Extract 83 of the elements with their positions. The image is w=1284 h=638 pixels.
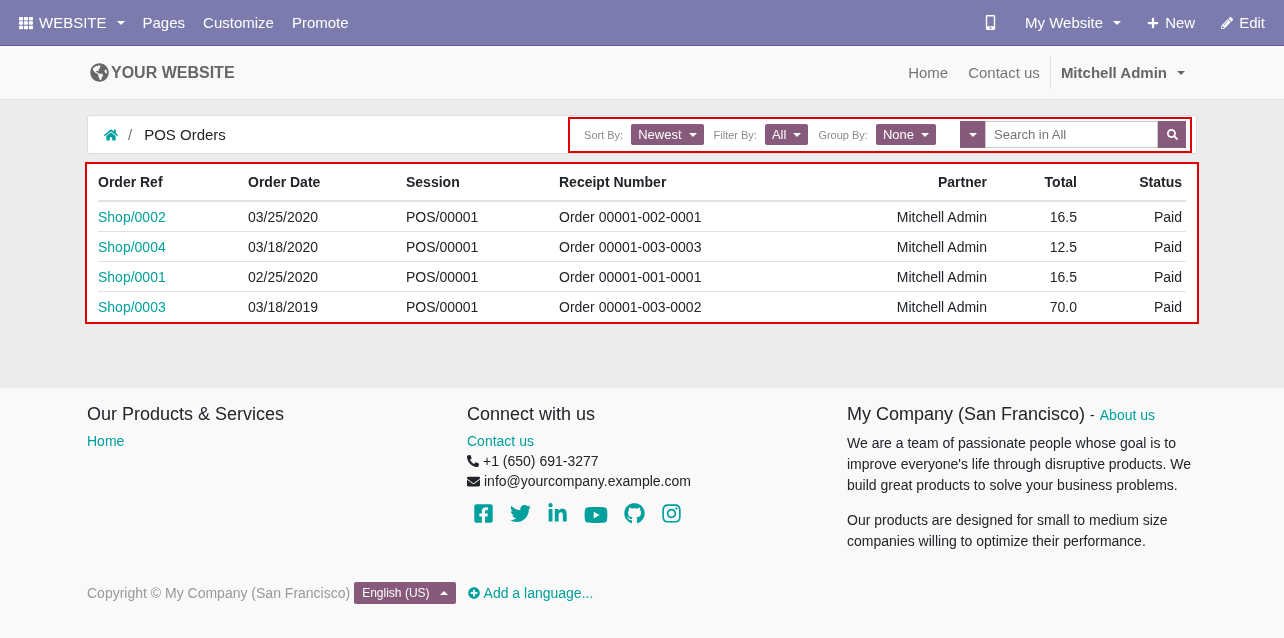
footer-heading: Our Products & Services xyxy=(87,404,286,425)
table-cell-text: 16.5 xyxy=(1048,208,1077,225)
order-link[interactable]: Shop/0001 xyxy=(98,268,248,285)
order-link[interactable]: Shop/0004 xyxy=(98,238,248,255)
table-cell-text: Order 00001-003-0003 xyxy=(559,238,703,255)
search-button[interactable] xyxy=(1158,121,1186,148)
about-link[interactable]: About us xyxy=(1099,407,1156,423)
footer-link[interactable]: Contact us xyxy=(467,433,847,449)
table-cell-text: Paid xyxy=(1152,208,1182,225)
menu-item[interactable]: Customize xyxy=(194,14,283,31)
copyright-text: Copyright © My Company (San Francisco) xyxy=(87,585,351,601)
grid-icon xyxy=(19,15,33,30)
dropdown-button[interactable]: All xyxy=(764,124,809,145)
table-cell-text: POS/00001 xyxy=(406,299,480,315)
table-cell-text: 70.0 xyxy=(1048,299,1077,315)
order-link[interactable]: Shop/0003 xyxy=(98,299,248,315)
table-cell-text: 03/25/2020 xyxy=(248,208,320,225)
column-header: Order Date xyxy=(248,174,322,190)
search-field[interactable]: Search in All xyxy=(985,121,1158,148)
table-cell-text: Paid xyxy=(1152,238,1182,255)
column-header: Receipt Number xyxy=(559,174,668,190)
control-label: Sort By: xyxy=(584,128,624,141)
table-cell-text: 02/25/2020 xyxy=(248,268,320,285)
table-cell-text: 12.5 xyxy=(1048,238,1077,255)
table-cell-text: 16.5 xyxy=(1048,268,1077,285)
column-header: Session xyxy=(406,174,461,190)
pencil-icon xyxy=(1221,16,1234,29)
footer-link[interactable]: Home xyxy=(87,433,467,449)
menu-item[interactable]: Pages xyxy=(133,14,195,31)
control-label: Group By: xyxy=(818,128,868,141)
table-cell-text: Mitchell Admin xyxy=(895,208,987,225)
footer-heading: My Company (San Francisco) xyxy=(847,404,1086,424)
menu-item[interactable]: Promote xyxy=(282,14,358,31)
search-icon xyxy=(1166,129,1178,140)
table-cell-text: POS/00001 xyxy=(406,238,480,255)
table-cell-text: Order 00001-002-0001 xyxy=(559,208,703,225)
table-cell-text: Mitchell Admin xyxy=(895,299,987,315)
separator: - xyxy=(1090,407,1095,423)
instagram-icon[interactable] xyxy=(661,503,682,524)
table-cell-text: 03/18/2019 xyxy=(248,299,320,315)
column-header: Partner xyxy=(936,174,987,190)
column-header: Order Ref xyxy=(98,174,164,190)
column-header: Total xyxy=(1043,174,1077,190)
github-icon[interactable] xyxy=(624,503,645,524)
envelope-icon xyxy=(467,474,480,488)
user-menu[interactable]: Mitchell Admin xyxy=(1049,56,1195,89)
edit-button[interactable]: Edit xyxy=(1212,14,1274,31)
table-cell-text: Mitchell Admin xyxy=(895,268,987,285)
column-header: Status xyxy=(1138,174,1182,190)
breadcrumb-item: POS Orders xyxy=(144,126,226,143)
twitter-icon[interactable] xyxy=(510,503,531,524)
breadcrumb-separator: / xyxy=(128,126,133,143)
language-button[interactable]: English (US) xyxy=(354,582,456,604)
table-cell-text: 03/18/2020 xyxy=(248,238,320,255)
phone-number: +1 (650) 691-3277 xyxy=(483,453,599,469)
home-icon[interactable] xyxy=(104,127,118,142)
table-cell-text: Mitchell Admin xyxy=(895,238,987,255)
phone-icon xyxy=(467,455,479,467)
dropdown-button[interactable]: None xyxy=(875,124,936,145)
search-options-button[interactable] xyxy=(960,121,985,148)
table-cell-text: POS/00001 xyxy=(406,208,480,225)
table-cell-text: Paid xyxy=(1152,299,1182,315)
logo[interactable]: YOUR WEBSITE xyxy=(90,57,235,88)
email-address: info@yourcompany.example.com xyxy=(484,473,691,489)
facebook-icon[interactable] xyxy=(473,503,494,524)
plus-icon xyxy=(1147,16,1160,29)
dropdown-button[interactable]: Newest xyxy=(631,124,704,145)
table-cell-text: Order 00001-001-0001 xyxy=(559,268,703,285)
company-description: Our products are designed for small to medium size companies willing to optimize their performance. xyxy=(847,511,1169,551)
table-cell-text: POS/00001 xyxy=(406,268,480,285)
table-cell-text: Paid xyxy=(1152,268,1182,285)
company-description: We are a team of passionate people whose goal is to improve everyone's life through disruptive products. We build great products to solve your business problems. xyxy=(847,434,1193,495)
app-menu[interactable]: WEBSITE xyxy=(10,14,134,31)
table-cell-text: Order 00001-003-0002 xyxy=(559,299,703,315)
order-link[interactable]: Shop/0002 xyxy=(98,208,248,225)
nav-link[interactable]: Contact us xyxy=(958,64,1050,81)
add-language-link[interactable]: Add a language... xyxy=(467,585,594,601)
website-switcher[interactable]: My Website xyxy=(1016,14,1131,31)
linkedin-icon[interactable] xyxy=(547,503,568,524)
nav-link[interactable]: Home xyxy=(898,64,959,81)
new-button[interactable]: New xyxy=(1138,14,1205,31)
control-label: Filter By: xyxy=(713,128,757,141)
footer-heading: Connect with us xyxy=(467,404,597,425)
